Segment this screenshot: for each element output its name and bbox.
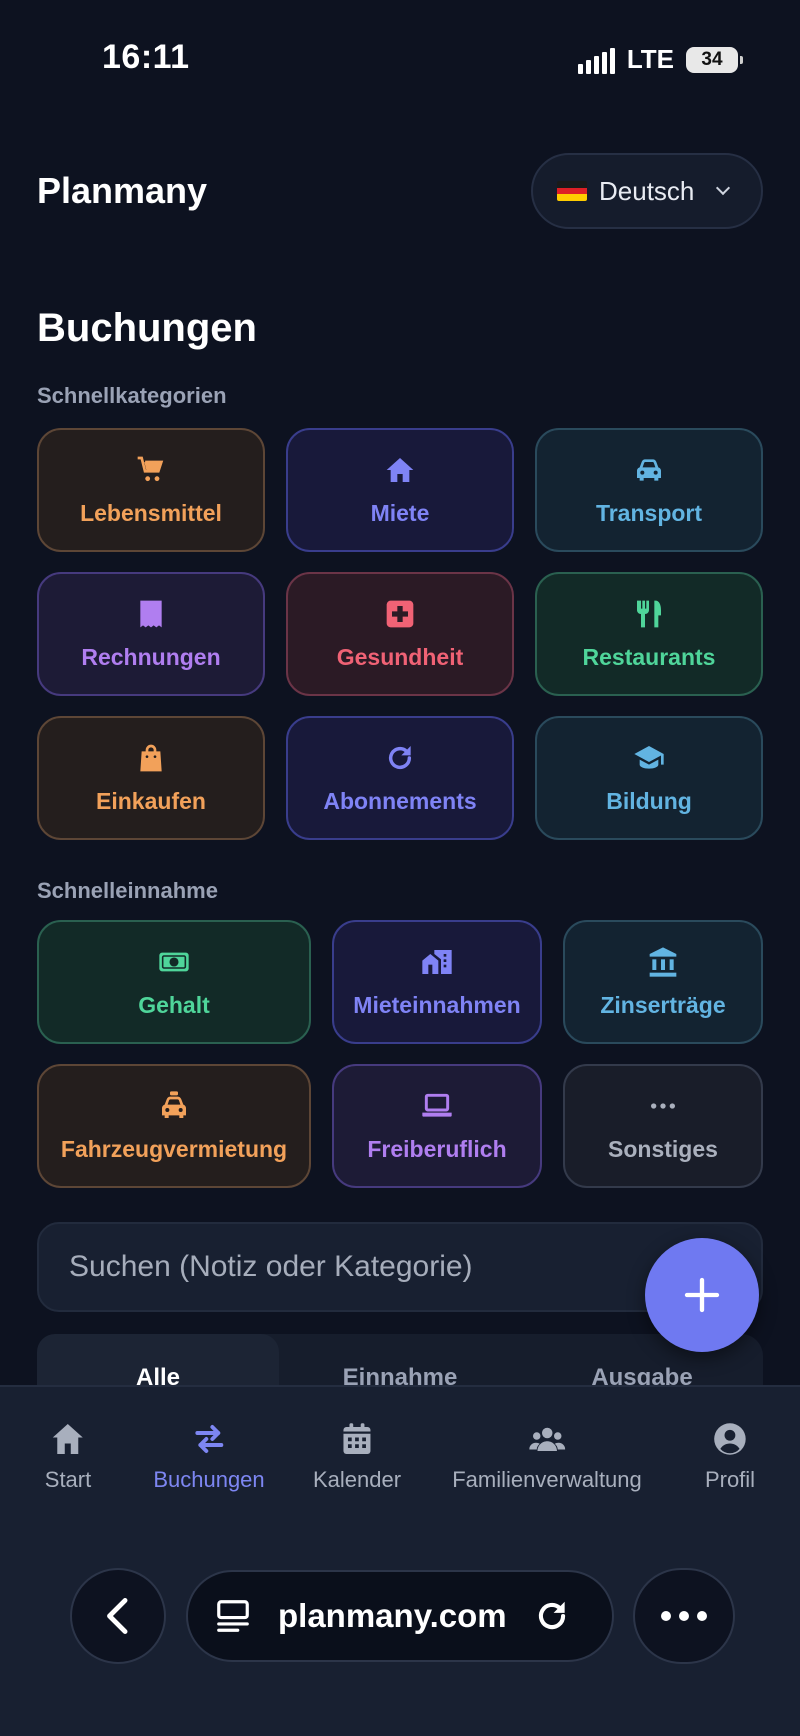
category-label: Bildung — [606, 787, 692, 814]
category-label: Gesundheit — [336, 643, 464, 670]
nav-label: Familienverwaltung — [452, 1467, 642, 1492]
nav-item-start[interactable]: Start — [45, 1421, 91, 1493]
category-tile-bildung[interactable]: Bildung — [535, 716, 763, 840]
browser-toolbar: planmany.com — [0, 1521, 800, 1736]
taxi-icon — [162, 1090, 186, 1118]
income-tile-zinsertraege[interactable]: Zinserträge — [563, 920, 763, 1044]
signal-icon — [577, 46, 615, 74]
income-label: Freiberuflich — [367, 1135, 507, 1162]
category-label: Transport — [595, 499, 703, 526]
category-tile-transport[interactable]: Transport — [535, 428, 763, 552]
battery-level: 34 — [701, 48, 723, 70]
search-placeholder: Suchen (Notiz oder Kategorie) — [69, 1250, 473, 1283]
home-icon — [53, 1424, 83, 1454]
nav-label: Kalender — [312, 1467, 402, 1492]
laptop-icon — [422, 1093, 452, 1117]
add-transaction-button[interactable] — [645, 1238, 759, 1352]
income-tile-freiberuflich[interactable]: Freiberuflich — [332, 1064, 542, 1188]
category-label: Abonnements — [323, 787, 477, 814]
browser-address-bar[interactable]: planmany.com — [186, 1570, 614, 1662]
browser-more-button[interactable] — [633, 1568, 735, 1664]
plus-icon — [684, 1277, 720, 1313]
category-tile-miete[interactable]: Miete — [286, 428, 514, 552]
medical-icon — [386, 600, 414, 627]
receipt-icon — [140, 600, 162, 627]
bank-icon — [649, 946, 677, 977]
income-label: Fahrzeugvermietung — [60, 1135, 288, 1162]
car-icon — [637, 458, 661, 481]
category-tile-restaurants[interactable]: Restaurants — [535, 572, 763, 696]
page-title: Buchungen — [37, 306, 257, 350]
category-tile-abonnements[interactable]: Abonnements — [286, 716, 514, 840]
income-label: Zinserträge — [600, 991, 726, 1018]
language-label: Deutsch — [599, 175, 695, 206]
chevron-down-icon — [716, 180, 731, 196]
income-label: Gehalt — [138, 991, 210, 1018]
money-icon — [159, 952, 189, 971]
chevron-left-icon — [107, 1598, 128, 1634]
users-icon — [529, 1427, 565, 1451]
category-label: Einkaufen — [96, 787, 206, 814]
category-tile-lebensmittel[interactable]: Lebensmittel — [37, 428, 265, 552]
refresh-icon — [388, 745, 412, 769]
nav-item-kalender[interactable]: Kalender — [313, 1421, 401, 1493]
app-screen: 16:11 LTE 34 Planmany Deutsch Buchungen … — [0, 0, 800, 1736]
category-label: Restaurants — [582, 643, 716, 670]
quick-income-label: Schnelleinnahme — [37, 878, 218, 903]
nav-item-profil[interactable]: Profil — [705, 1421, 755, 1493]
category-label: Miete — [370, 499, 430, 526]
german-flag-icon — [557, 181, 587, 201]
utensils-icon — [637, 600, 661, 627]
shopping-bag-icon — [140, 744, 162, 771]
category-tile-einkaufen[interactable]: Einkaufen — [37, 716, 265, 840]
more-icon — [661, 1611, 707, 1621]
cart-icon — [137, 456, 164, 481]
app-title: Planmany — [37, 170, 208, 211]
quick-categories-label: Schnellkategorien — [37, 383, 227, 408]
browser-back-button[interactable] — [70, 1568, 166, 1664]
bottom-navigation: Start Buchungen Kalender Familienverwalt… — [0, 1385, 800, 1521]
browser-url: planmany.com — [278, 1597, 507, 1634]
more-icon — [651, 1102, 675, 1109]
category-tile-gesundheit[interactable]: Gesundheit — [286, 572, 514, 696]
calendar-icon — [343, 1423, 371, 1454]
status-time: 16:11 — [102, 38, 190, 76]
income-tile-mieteinnahmen[interactable]: Mieteinnahmen — [332, 920, 542, 1044]
status-indicators: LTE 34 — [577, 44, 743, 75]
network-type: LTE — [626, 44, 674, 74]
income-tile-sonstiges[interactable]: Sonstiges — [563, 1064, 763, 1188]
home-icon — [386, 457, 414, 482]
transfer-icon — [195, 1425, 223, 1453]
nav-label: Buchungen — [153, 1467, 265, 1492]
income-label: Mieteinnahmen — [353, 991, 521, 1018]
income-tile-gehalt[interactable]: Gehalt — [37, 920, 311, 1044]
nav-item-buchungen[interactable]: Buchungen — [153, 1421, 265, 1493]
income-tile-fahrzeugvermietung[interactable]: Fahrzeugvermietung — [37, 1064, 311, 1188]
nav-label: Start — [44, 1467, 92, 1492]
category-label: Lebensmittel — [80, 499, 222, 526]
reload-icon[interactable] — [533, 1597, 571, 1635]
category-tile-rechnungen[interactable]: Rechnungen — [37, 572, 265, 696]
category-label: Rechnungen — [81, 643, 221, 670]
graduation-cap-icon — [634, 745, 664, 769]
page-menu-icon — [217, 1600, 249, 1632]
nav-label: Profil — [704, 1467, 756, 1492]
nav-item-familienverwaltung[interactable]: Familienverwaltung — [452, 1421, 642, 1493]
building-icon — [422, 949, 452, 974]
user-circle-icon — [714, 1423, 746, 1455]
income-label: Sonstiges — [608, 1135, 718, 1162]
language-select[interactable]: Deutsch — [531, 153, 763, 229]
battery-icon: 34 — [686, 46, 743, 73]
